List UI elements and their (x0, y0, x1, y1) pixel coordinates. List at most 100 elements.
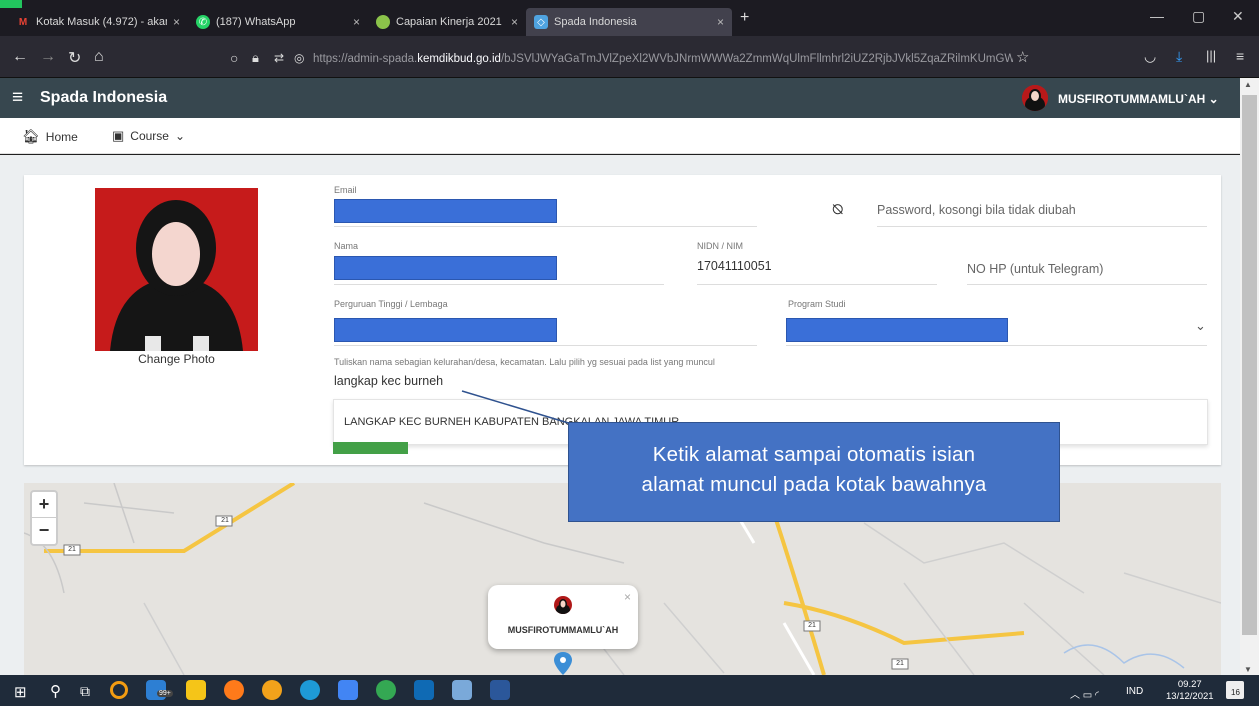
phone-field[interactable]: NO HP (untuk Telegram) (967, 262, 1103, 276)
tab-label: Spada Indonesia (554, 16, 637, 28)
eye-slash-icon[interactable]: ⦰ (832, 201, 843, 218)
lock-icon[interactable]: 🔒︎ (252, 50, 259, 66)
address-label: Tuliskan nama sebagian kelurahan/desa, k… (334, 357, 715, 367)
library-icon[interactable]: ||| (1206, 48, 1216, 63)
permissions-icon[interactable]: ⇄ (274, 51, 284, 65)
spada-icon: ◇ (534, 15, 548, 29)
address-input[interactable]: langkap kec burneh (334, 374, 443, 388)
tab-spada[interactable]: ◇ Spada Indonesia × (526, 8, 732, 36)
back-icon[interactable]: ← (12, 48, 28, 66)
app-title[interactable]: Spada Indonesia (40, 89, 167, 107)
chevron-down-icon[interactable]: ⌄ (1195, 318, 1206, 334)
edge-icon[interactable] (300, 680, 320, 700)
divider (697, 284, 937, 285)
forward-icon[interactable]: → (40, 48, 56, 66)
nav-course-label: Course (130, 129, 169, 143)
chrome-icon[interactable] (376, 680, 396, 700)
tab-whatsapp[interactable]: ✆ (187) WhatsApp × (188, 8, 368, 36)
whatsapp-icon: ✆ (196, 15, 210, 29)
close-icon[interactable]: × (173, 15, 180, 29)
callout-line-2: alamat muncul pada kotak bawahnya (641, 473, 987, 496)
green-corner-marker (0, 0, 22, 8)
change-photo-link[interactable]: Change Photo (95, 352, 258, 366)
road-label: 21 (808, 622, 816, 629)
app-icon[interactable] (338, 680, 358, 700)
tab-label: Capaian Kinerja 2021 dan RKAT (396, 16, 505, 28)
chevron-down-icon: ⌄ (174, 129, 186, 143)
road-label: 21 (221, 517, 229, 524)
app-icon[interactable] (110, 681, 128, 699)
tab-gmail[interactable]: M Kotak Masuk (4.972) - akamawa × (8, 8, 188, 36)
download-icon[interactable]: ⤓ (1176, 48, 1182, 65)
close-icon[interactable]: × (624, 590, 631, 604)
tab-label: (187) WhatsApp (216, 16, 296, 28)
divider (334, 284, 664, 285)
nav-home-label: Home (45, 129, 78, 144)
app-icon[interactable] (262, 680, 282, 700)
nama-field[interactable] (334, 256, 557, 280)
task-view-icon[interactable]: ⧉ (80, 683, 90, 700)
password-field[interactable]: Password, kosongi bila tidak diubah (877, 203, 1076, 217)
pocket-icon[interactable]: ◡ (1144, 48, 1156, 65)
minimize-icon[interactable]: — (1150, 8, 1164, 24)
close-icon[interactable]: × (717, 15, 724, 29)
map-marker-icon[interactable] (554, 652, 572, 675)
prodi-label: Program Studi (788, 299, 846, 309)
windows-start-icon[interactable]: ⊞ (14, 683, 27, 701)
nidn-field[interactable]: 17041110051 (697, 259, 772, 273)
nav-course[interactable]: ▣ Course ⌄ (112, 128, 185, 144)
file-explorer-icon[interactable] (186, 680, 206, 700)
divider (334, 345, 757, 346)
url-path: /bJSVlJWYaGaTmJVlZpeXl2WVbJNrmWWWa2ZmmWq… (500, 53, 1013, 65)
home-icon: 🏠︎ (22, 128, 40, 144)
menu-icon[interactable]: ≡ (1236, 48, 1244, 64)
close-window-icon[interactable]: ✕ (1232, 8, 1244, 25)
nidn-label: NIDN / NIM (697, 241, 743, 251)
popup-avatar (554, 596, 572, 614)
firefox-icon[interactable] (224, 680, 244, 700)
scroll-up-icon[interactable]: ▲ (1244, 80, 1252, 89)
zoom-in-button[interactable]: + (32, 491, 56, 517)
divider (786, 345, 1207, 346)
sub-navigation (0, 118, 1240, 154)
close-icon[interactable]: × (353, 15, 360, 29)
nav-home[interactable]: 🏠︎ Home (22, 128, 78, 145)
location-icon[interactable]: ◎ (294, 51, 304, 65)
save-button[interactable] (333, 442, 408, 454)
new-tab-button[interactable]: + (740, 9, 749, 27)
word-icon[interactable] (490, 680, 510, 700)
hamburger-icon[interactable]: ≡ (12, 87, 23, 109)
email-field[interactable] (334, 199, 557, 223)
language-indicator[interactable]: IND (1126, 686, 1143, 697)
reload-icon[interactable]: ↻ (68, 48, 81, 68)
profile-photo[interactable] (95, 188, 258, 351)
avatar[interactable] (1022, 85, 1048, 111)
app-icon[interactable] (414, 680, 434, 700)
scrollbar-thumb[interactable] (1242, 95, 1257, 635)
site-icon (376, 15, 390, 29)
clock-date: 13/12/2021 (1166, 691, 1214, 702)
clock[interactable]: 09.27 13/12/2021 (1166, 679, 1214, 703)
nama-label: Nama (334, 241, 359, 251)
user-menu[interactable]: MUSFIROTUMMAMLU`AH ⌄ (1058, 92, 1219, 106)
url-field[interactable]: https://admin-spada.kemdikbud.go.id/bJSV… (313, 53, 1013, 65)
divider (877, 226, 1207, 227)
tray-icons[interactable]: ︿ ▭ ◜ (1070, 686, 1099, 701)
tab-capaian[interactable]: Capaian Kinerja 2021 dan RKAT × (368, 8, 526, 36)
popup-name: MUSFIROTUMMAMLU`AH (507, 625, 619, 635)
shield-icon[interactable]: ○ (230, 50, 238, 66)
zoom-out-button[interactable]: − (32, 517, 56, 543)
home-icon[interactable]: ⌂ (94, 48, 104, 66)
search-icon[interactable]: ⚲ (50, 682, 61, 700)
app-header (0, 78, 1240, 118)
prodi-select[interactable] (786, 318, 1008, 342)
url-prefix: https://admin-spada. (313, 53, 418, 65)
pt-field[interactable] (334, 318, 557, 342)
bookmark-star-icon[interactable]: ☆ (1016, 48, 1029, 66)
clock-time: 09.27 (1177, 679, 1202, 690)
image-icon: ▣ (112, 128, 125, 143)
restore-icon[interactable]: ▢ (1192, 8, 1205, 25)
app-icon[interactable] (452, 680, 472, 700)
close-icon[interactable]: × (511, 15, 518, 29)
scroll-down-icon[interactable]: ▼ (1244, 665, 1252, 674)
